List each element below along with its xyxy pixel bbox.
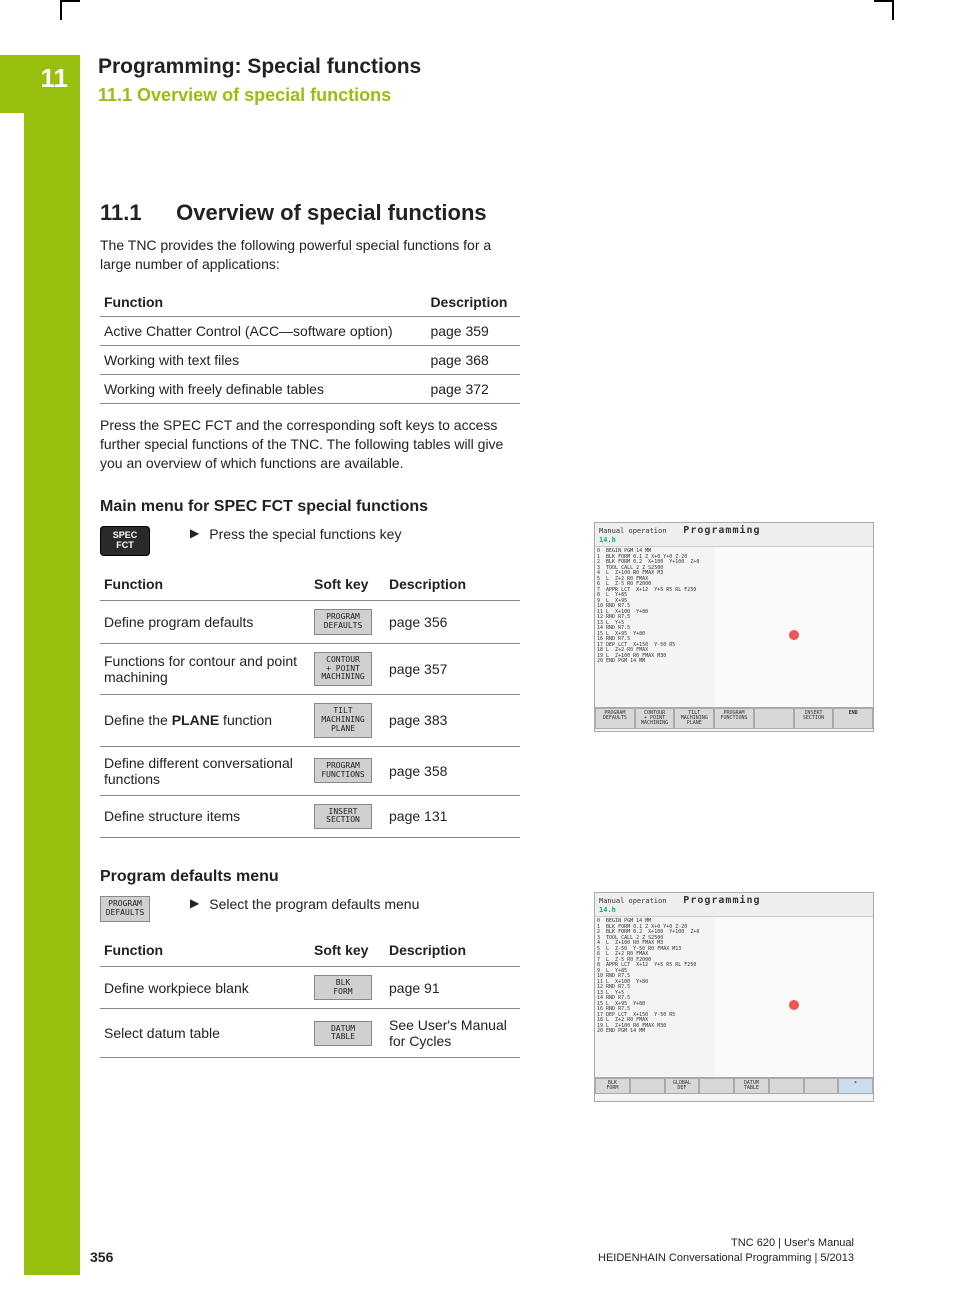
sk-end: END — [833, 708, 873, 729]
pd-th-description: Description — [385, 934, 520, 967]
softkey-datum-table: DATUM TABLE — [314, 1021, 372, 1047]
screenshot-softkey-bar: BLK FORM GLOBAL DEF DATUM TABLE ➤ — [595, 1077, 873, 1094]
sk-program-defaults: PROGRAM DEFAULTS — [595, 708, 635, 729]
pd-th-softkey: Soft key — [310, 934, 385, 967]
chapter-title: Programming: Special functions — [98, 55, 421, 79]
sk-blk-form: BLK FORM — [595, 1078, 630, 1094]
section-heading: 11.1 Overview of special functions — [100, 200, 854, 226]
softkey-tilt-plane: TILT MACHINING PLANE — [314, 703, 372, 737]
sk-insert-section: INSERT SECTION — [794, 708, 834, 729]
section-title: Overview of special functions — [176, 200, 487, 225]
intro-text: The TNC provides the following powerful … — [100, 236, 520, 274]
screenshot-mode: Manual operation — [599, 527, 666, 535]
plot-area — [715, 547, 873, 707]
sk-blank — [699, 1078, 734, 1094]
table-row: Define workpiece blank BLK FORM page 91 — [100, 966, 520, 1009]
crop-mark-tl — [60, 0, 80, 20]
overview-table: Function Description Active Chatter Cont… — [100, 288, 520, 404]
screenshot-mode: Manual operation — [599, 897, 666, 905]
ov-th-description: Description — [426, 288, 520, 317]
page-number: 356 — [90, 1249, 113, 1265]
pd-th-function: Function — [100, 934, 310, 967]
chapter-tab: 11 — [0, 55, 80, 113]
screenshot-file: 14.h — [599, 536, 616, 544]
sk-contour-point: CONTOUR + POINT MACHINING — [635, 708, 675, 729]
page-header: 11 Programming: Special functions 11.1 O… — [0, 55, 894, 113]
sk-tilt-plane: TILT MACHINING PLANE — [674, 708, 714, 729]
table-row: Define program defaults PROGRAM DEFAULTS… — [100, 601, 520, 644]
plot-area — [715, 917, 873, 1077]
plot-marker-icon — [789, 1000, 799, 1010]
table-row: Functions for contour and point machinin… — [100, 643, 520, 694]
sk-blank — [630, 1078, 665, 1094]
table-row: Active Chatter Control (ACC—software opt… — [100, 316, 520, 345]
prog-defaults-table: Function Soft key Description Define wor… — [100, 934, 520, 1059]
prog-defaults-instruction: Select the program defaults menu — [209, 896, 419, 912]
footer-line2: HEIDENHAIN Conversational Programming | … — [598, 1251, 854, 1265]
chapter-strip — [24, 55, 80, 1275]
page-footer: 356 TNC 620 | User's Manual HEIDENHAIN C… — [90, 1236, 854, 1265]
sk-datum-table: DATUM TABLE — [734, 1078, 769, 1094]
prog-defaults-heading: Program defaults menu — [100, 868, 854, 886]
sk-blank — [769, 1078, 804, 1094]
sk-blank — [754, 708, 794, 729]
arrow-icon: ▶ — [190, 526, 199, 540]
table-row: Working with text filespage 368 — [100, 345, 520, 374]
ov-th-function: Function — [100, 288, 426, 317]
screenshot-code: 0 BEGIN PGM 14 MM 1 BLK FORM 0.1 Z X+0 Y… — [595, 917, 715, 1077]
sk-arrow: ➤ — [838, 1078, 873, 1094]
table-row: Define structure items INSERT SECTION pa… — [100, 795, 520, 838]
screenshot-title: Programming — [683, 895, 760, 906]
spec-fct-table: Function Soft key Description Define pro… — [100, 568, 520, 838]
program-defaults-key: PROGRAM DEFAULTS — [100, 896, 150, 922]
screenshot-spec-fct: Manual operation Programming 14.h 0 BEGI… — [594, 522, 874, 732]
spec-fct-key: SPEC FCT — [100, 526, 150, 556]
screenshot-file: 14.h — [599, 906, 616, 914]
spec-fct-instruction: Press the special functions key — [209, 526, 401, 542]
fn-th-softkey: Soft key — [310, 568, 385, 601]
fn-th-function: Function — [100, 568, 310, 601]
screenshot-softkey-bar: PROGRAM DEFAULTS CONTOUR + POINT MACHINI… — [595, 707, 873, 729]
screenshot-code: 0 BEGIN PGM 14 MM 1 BLK FORM 0.1 Z X+0 Y… — [595, 547, 715, 707]
fn-th-description: Description — [385, 568, 520, 601]
footer-line1: TNC 620 | User's Manual — [598, 1236, 854, 1250]
table-row: Define different conversational function… — [100, 746, 520, 795]
screenshot-title: Programming — [683, 525, 760, 536]
section-title-header: 11.1 Overview of special functions — [98, 85, 421, 106]
table-row: Define the PLANE function TILT MACHINING… — [100, 695, 520, 746]
softkey-insert-section: INSERT SECTION — [314, 804, 372, 830]
chapter-number: 11 — [41, 63, 69, 94]
section-number: 11.1 — [100, 200, 170, 226]
spec-fct-heading: Main menu for SPEC FCT special functions — [100, 498, 854, 516]
note-text: Press the SPEC FCT and the corresponding… — [100, 416, 520, 473]
screenshot-prog-defaults: Manual operation Programming 14.h 0 BEGI… — [594, 892, 874, 1102]
sk-global-def: GLOBAL DEF — [665, 1078, 700, 1094]
sk-blank — [804, 1078, 839, 1094]
softkey-blk-form: BLK FORM — [314, 975, 372, 1001]
softkey-contour-point: CONTOUR + POINT MACHINING — [314, 652, 372, 686]
plot-marker-icon — [789, 630, 799, 640]
softkey-program-defaults: PROGRAM DEFAULTS — [314, 609, 372, 635]
softkey-program-functions: PROGRAM FUNCTIONS — [314, 758, 372, 784]
table-row: Working with freely definable tablespage… — [100, 374, 520, 403]
crop-mark-tr — [874, 0, 894, 20]
arrow-icon: ▶ — [190, 896, 199, 910]
sk-program-functions: PROGRAM FUNCTIONS — [714, 708, 754, 729]
table-row: Select datum table DATUM TABLE See User'… — [100, 1009, 520, 1058]
